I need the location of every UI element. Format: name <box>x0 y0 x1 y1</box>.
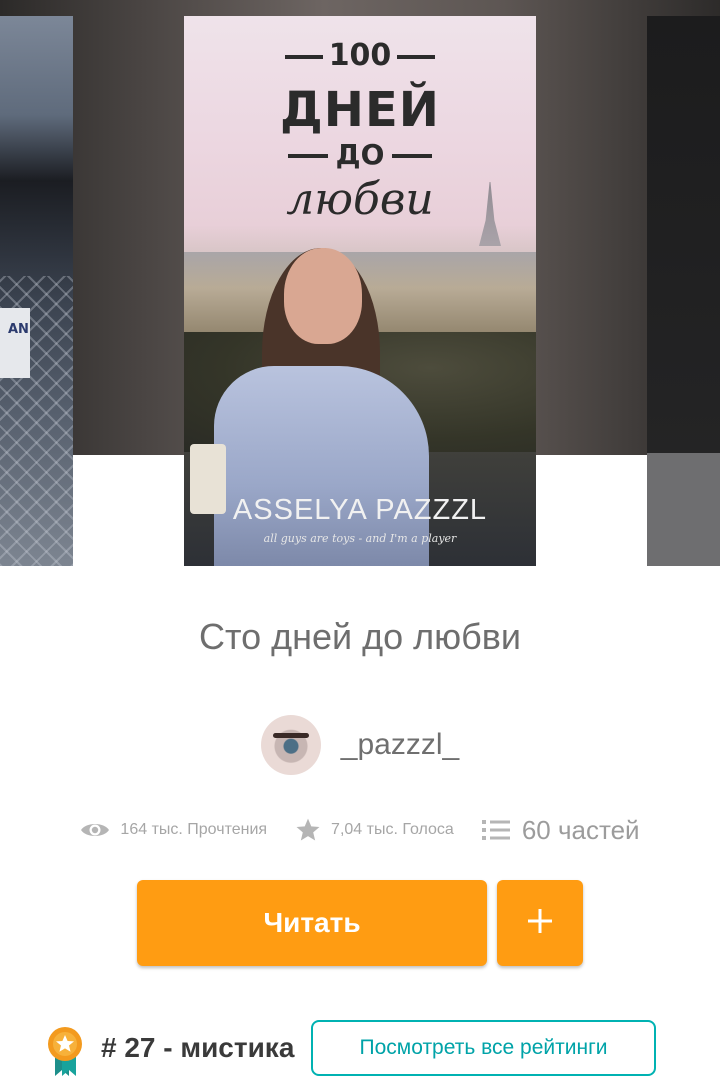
votes-count: 7,04 тыс. Голоса <box>331 821 454 838</box>
parts-stat: 60 частей <box>481 814 640 846</box>
add-to-library-button[interactable] <box>497 880 583 966</box>
next-book-cover[interactable] <box>647 16 720 566</box>
cover-lower-area <box>647 453 720 566</box>
award-badge-icon <box>46 1024 84 1078</box>
avatar-brow <box>272 733 309 738</box>
ranking-row: # 27 - мистика Посмотреть все рейтинги <box>0 1018 720 1078</box>
cover-title-to: ДО <box>184 138 536 171</box>
view-all-ratings-button[interactable]: Посмотреть все рейтинги <box>311 1020 656 1076</box>
ranking-text: # 27 - мистика <box>101 1032 295 1063</box>
cover-author-name: ASSELYA PAZZZL <box>232 494 488 526</box>
cover-title-love: любви <box>286 174 434 225</box>
reads-stat: 164 тыс. Прочтения <box>80 820 267 840</box>
stats-row: 164 тыс. Прочтения 7,04 тыс. Голоса 60 ч… <box>0 810 720 850</box>
cover-girl-face <box>284 248 362 344</box>
author-name-link[interactable]: _pazzzl_ <box>341 728 459 762</box>
author-avatar[interactable] <box>260 715 321 775</box>
list-icon <box>481 819 510 841</box>
author-row[interactable]: _pazzzl_ <box>0 715 720 775</box>
previous-book-cover[interactable]: AN <box>0 16 73 566</box>
plus-icon <box>526 907 554 940</box>
read-button[interactable]: Читать <box>137 880 487 966</box>
reads-count: 164 тыс. Прочтения <box>120 821 268 838</box>
book-cover[interactable]: 100 ДНЕЙ ДО любви ASSELYA PAZZZL all guy… <box>184 16 536 566</box>
book-title: Сто дней до любви <box>198 616 521 657</box>
votes-stat: 7,04 тыс. Голоса <box>295 817 454 843</box>
cover-sign-text: AN <box>0 308 30 378</box>
cover-title-days: ДНЕЙ <box>280 82 440 138</box>
eye-icon <box>80 820 110 840</box>
cover-tagline: all guys are toys - and I'm a player <box>263 532 457 545</box>
cover-title-number: 100 <box>184 38 536 73</box>
star-icon <box>295 817 321 843</box>
parts-count: 60 частей <box>521 814 640 845</box>
